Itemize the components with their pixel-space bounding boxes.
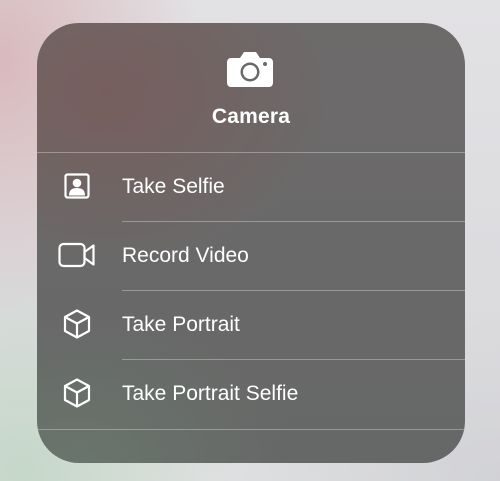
menu-item-take-portrait-selfie[interactable]: Take Portrait Selfie bbox=[37, 360, 465, 428]
camera-icon bbox=[227, 52, 273, 87]
menu-header[interactable]: Camera bbox=[37, 23, 465, 152]
cube-icon bbox=[57, 375, 97, 411]
menu-item-label: Take Portrait bbox=[122, 313, 240, 336]
menu-title: Camera bbox=[211, 105, 291, 128]
menu-item-label: Record Video bbox=[122, 244, 249, 267]
camera-quick-actions-menu: Camera Take Selfie Record Video Take Por… bbox=[37, 23, 465, 463]
person-portrait-icon bbox=[57, 168, 97, 204]
menu-item-label: Take Selfie bbox=[122, 175, 225, 198]
video-camera-icon bbox=[57, 237, 97, 273]
item-divider bbox=[37, 429, 465, 430]
menu-item-take-selfie[interactable]: Take Selfie bbox=[37, 153, 465, 221]
menu-item-label: Take Portrait Selfie bbox=[122, 382, 299, 405]
menu-item-take-portrait[interactable]: Take Portrait bbox=[37, 291, 465, 359]
menu-item-record-video[interactable]: Record Video bbox=[37, 222, 465, 290]
cube-icon bbox=[57, 306, 97, 342]
